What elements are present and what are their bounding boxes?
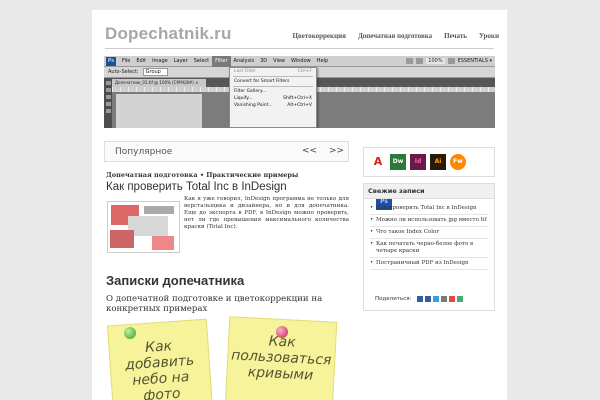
sticky-note-sky[interactable]: Как добавить небо на фото — [106, 318, 214, 400]
nav-item-print[interactable]: Печать — [444, 32, 467, 40]
dreamweaver-icon[interactable]: Dw — [390, 154, 406, 170]
ps-filter-item: Vanishing Point... Alt+Ctrl+V — [230, 102, 316, 109]
fireworks-icon[interactable]: Fw — [450, 154, 466, 170]
popular-next-button[interactable]: >> — [329, 146, 344, 156]
arrange-icon — [447, 58, 455, 64]
post-excerpt: Как я уже говорил, InDesign программа не… — [184, 196, 349, 230]
header-divider — [105, 48, 494, 49]
odnoklassniki-share-icon[interactable] — [457, 296, 464, 302]
recent-post-link[interactable]: Постраничный PDF из InDesign — [370, 258, 488, 270]
hand-icon — [406, 58, 414, 64]
ps-filter-item-label: Liquify... — [234, 96, 253, 101]
share-bar: Поделиться: — [363, 287, 495, 311]
ps-menubar: Ps File Edit Image Layer Select Filter A… — [104, 56, 495, 67]
top-nav: Цветокоррекция Допечатная подготовка Печ… — [293, 32, 499, 40]
ps-filter-item-shortcut: Alt+Ctrl+V — [287, 103, 312, 108]
ps-toolbar — [104, 78, 112, 128]
red-pushpin-icon — [276, 326, 288, 338]
post-title[interactable]: Как проверить Total Inc в InDesign — [106, 181, 287, 193]
sticky-note-text: Как пользоваться кривыми — [230, 333, 332, 384]
ps-filter-item: Convert for Smart Filters — [230, 78, 316, 85]
ps-menubar-right: 100% ESSENTIALS ▾ — [406, 58, 495, 64]
ps-menu-view: View — [273, 57, 286, 64]
green-pushpin-icon — [124, 327, 136, 339]
ps-workspace: ESSENTIALS ▾ — [457, 58, 492, 64]
recent-post-link[interactable]: Что такое Index Color — [370, 227, 488, 239]
ps-filter-item-label: Convert for Smart Filters — [234, 79, 290, 84]
recent-posts-list: Как проверить Total Inc в InDesign Можно… — [364, 199, 494, 274]
recent-posts-title: Свежие записи — [364, 184, 494, 199]
ps-filter-item: Filter Gallery... — [230, 88, 316, 95]
site-title[interactable]: Dopechatnik.ru — [105, 24, 232, 44]
recent-post-link[interactable]: Можно ли использовать jpg вместо tif — [370, 215, 488, 227]
ps-zoom-level: 100% — [426, 58, 445, 64]
ps-auto-select-label: Auto-Select: — [108, 69, 139, 75]
lasso-tool-icon — [105, 95, 111, 99]
ps-filter-item: Last Filter Ctrl+F — [230, 68, 316, 75]
ps-menu-analysis: Analysis — [233, 57, 255, 64]
gplus-share-icon[interactable] — [449, 296, 456, 302]
ps-filter-item-label: Filter Gallery... — [234, 89, 267, 94]
ps-document-image — [116, 94, 202, 128]
ps-group-select: Group — [142, 68, 168, 76]
share-label: Поделиться: — [375, 296, 412, 302]
ps-menu-image: Image — [152, 57, 168, 64]
ps-dropdown-divider — [233, 86, 313, 87]
section-title: Записки допечатника — [106, 273, 245, 288]
ps-filter-item-shortcut: Ctrl+F — [297, 69, 312, 74]
ps-filter-item-shortcut: Shift+Ctrl+X — [283, 96, 312, 101]
facebook-share-icon[interactable] — [425, 296, 432, 302]
page: Dopechatnik.ru Цветокоррекция Допечатная… — [92, 10, 507, 400]
twitter-share-icon[interactable] — [433, 296, 440, 302]
ps-dropdown-divider — [233, 76, 313, 77]
ps-menu-layer: Layer — [173, 57, 188, 64]
zoom-tool-icon — [416, 58, 424, 64]
ps-menu-help: Help — [316, 57, 329, 64]
illustrator-icon[interactable]: Ai — [430, 154, 446, 170]
ps-menu-file: File — [122, 57, 131, 64]
post-thumbnail[interactable] — [107, 201, 180, 253]
nav-item-color-correction[interactable]: Цветокоррекция — [293, 32, 346, 40]
nav-item-prepress[interactable]: Допечатная подготовка — [358, 32, 432, 40]
brush-tool-icon — [105, 109, 111, 113]
acrobat-icon[interactable]: A — [370, 154, 386, 170]
popular-label: Популярное — [115, 147, 173, 157]
ps-menu-window: Window — [291, 57, 311, 64]
photoshop-banner: Допечатник_01.tif @ 100% (CMYK/8#) × Ps … — [104, 56, 495, 128]
post-breadcrumbs[interactable]: Допечатная подготовка • Практические при… — [106, 171, 298, 179]
popular-prev-button[interactable]: << — [302, 146, 317, 156]
ps-filter-item-label: Vanishing Point... — [234, 103, 273, 108]
ps-menu-edit: Edit — [136, 57, 147, 64]
move-tool-icon — [105, 81, 111, 85]
indesign-icon[interactable]: Id — [410, 154, 426, 170]
ps-filter-item-label: Last Filter — [234, 69, 256, 74]
popular-slider-header: Популярное << >> — [104, 141, 349, 162]
nav-item-lessons[interactable]: Уроки — [479, 32, 499, 40]
section-subtitle: О допечатной подготовке и цветокоррекции… — [106, 294, 323, 314]
ps-menu-filter: Filter — [212, 56, 231, 67]
ps-menu-select: Select — [193, 57, 210, 64]
crop-tool-icon — [105, 102, 111, 106]
photoshop-logo-icon: Ps — [106, 56, 116, 66]
marquee-tool-icon — [105, 88, 111, 92]
ps-filter-dropdown: Last Filter Ctrl+F Convert for Smart Fil… — [229, 67, 317, 128]
ps-filter-item: Liquify... Shift+Ctrl+X — [230, 95, 316, 102]
recent-post-link[interactable]: Как печатать черно-белое фото в четыре к… — [370, 239, 488, 258]
recent-post-link[interactable]: Как проверить Total Inc в InDesign — [370, 203, 488, 215]
sticky-note-text: Как добавить небо на фото — [124, 338, 195, 400]
mail-share-icon[interactable] — [441, 296, 448, 302]
software-icons: Ps A Dw Id Ai Fw — [363, 147, 495, 210]
ps-menu-3d: 3D — [260, 57, 268, 64]
ps-doc-tab: Допечатник_01.tif @ 100% (CMYK/8#) × — [112, 79, 206, 87]
vk-share-icon[interactable] — [417, 296, 424, 302]
